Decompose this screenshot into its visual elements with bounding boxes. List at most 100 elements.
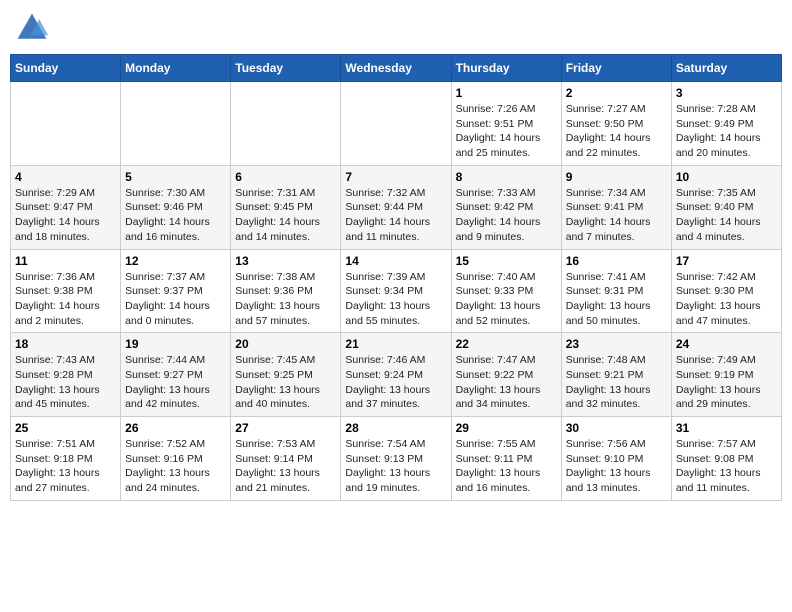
col-monday: Monday <box>121 55 231 82</box>
cell-0-0 <box>11 82 121 166</box>
day-number: 31 <box>676 421 777 435</box>
cell-2-3: 14 Sunrise: 7:39 AM Sunset: 9:34 PM Dayli… <box>341 249 451 333</box>
day-info: Sunrise: 7:56 AM Sunset: 9:10 PM Dayligh… <box>566 437 667 496</box>
cell-2-6: 17 Sunrise: 7:42 AM Sunset: 9:30 PM Dayli… <box>671 249 781 333</box>
day-info: Sunrise: 7:45 AM Sunset: 9:25 PM Dayligh… <box>235 353 336 412</box>
page-container: Sunday Monday Tuesday Wednesday Thursday… <box>10 10 782 501</box>
col-saturday: Saturday <box>671 55 781 82</box>
day-info: Sunrise: 7:49 AM Sunset: 9:19 PM Dayligh… <box>676 353 777 412</box>
day-info: Sunrise: 7:57 AM Sunset: 9:08 PM Dayligh… <box>676 437 777 496</box>
day-info: Sunrise: 7:43 AM Sunset: 9:28 PM Dayligh… <box>15 353 116 412</box>
day-number: 11 <box>15 254 116 268</box>
cell-3-2: 20 Sunrise: 7:45 AM Sunset: 9:25 PM Dayli… <box>231 333 341 417</box>
cell-2-4: 15 Sunrise: 7:40 AM Sunset: 9:33 PM Dayli… <box>451 249 561 333</box>
day-info: Sunrise: 7:34 AM Sunset: 9:41 PM Dayligh… <box>566 186 667 245</box>
day-number: 3 <box>676 86 777 100</box>
cell-0-4: 1 Sunrise: 7:26 AM Sunset: 9:51 PM Daylig… <box>451 82 561 166</box>
day-number: 10 <box>676 170 777 184</box>
cell-4-2: 27 Sunrise: 7:53 AM Sunset: 9:14 PM Dayli… <box>231 417 341 501</box>
col-sunday: Sunday <box>11 55 121 82</box>
day-info: Sunrise: 7:53 AM Sunset: 9:14 PM Dayligh… <box>235 437 336 496</box>
col-thursday: Thursday <box>451 55 561 82</box>
day-number: 20 <box>235 337 336 351</box>
day-number: 26 <box>125 421 226 435</box>
cell-3-5: 23 Sunrise: 7:48 AM Sunset: 9:21 PM Dayli… <box>561 333 671 417</box>
cell-4-0: 25Sunrise: 7:51 AM Sunset: 9:18 PM Dayli… <box>11 417 121 501</box>
day-info: Sunrise: 7:39 AM Sunset: 9:34 PM Dayligh… <box>345 270 446 329</box>
cell-1-6: 10Sunrise: 7:35 AM Sunset: 9:40 PM Dayli… <box>671 165 781 249</box>
day-number: 16 <box>566 254 667 268</box>
day-number: 2 <box>566 86 667 100</box>
day-info: Sunrise: 7:44 AM Sunset: 9:27 PM Dayligh… <box>125 353 226 412</box>
day-info: Sunrise: 7:40 AM Sunset: 9:33 PM Dayligh… <box>456 270 557 329</box>
cell-4-4: 29Sunrise: 7:55 AM Sunset: 9:11 PM Dayli… <box>451 417 561 501</box>
day-number: 28 <box>345 421 446 435</box>
day-info: Sunrise: 7:26 AM Sunset: 9:51 PM Dayligh… <box>456 102 557 161</box>
day-number: 9 <box>566 170 667 184</box>
week-row-1: 1 Sunrise: 7:26 AM Sunset: 9:51 PM Daylig… <box>11 82 782 166</box>
cell-3-6: 24Sunrise: 7:49 AM Sunset: 9:19 PM Dayli… <box>671 333 781 417</box>
day-number: 14 <box>345 254 446 268</box>
cell-3-3: 21Sunrise: 7:46 AM Sunset: 9:24 PM Dayli… <box>341 333 451 417</box>
day-info: Sunrise: 7:38 AM Sunset: 9:36 PM Dayligh… <box>235 270 336 329</box>
day-number: 23 <box>566 337 667 351</box>
col-tuesday: Tuesday <box>231 55 341 82</box>
cell-0-5: 2 Sunrise: 7:27 AM Sunset: 9:50 PM Daylig… <box>561 82 671 166</box>
cell-2-5: 16Sunrise: 7:41 AM Sunset: 9:31 PM Dayli… <box>561 249 671 333</box>
header <box>10 10 782 46</box>
day-info: Sunrise: 7:55 AM Sunset: 9:11 PM Dayligh… <box>456 437 557 496</box>
cell-0-6: 3 Sunrise: 7:28 AM Sunset: 9:49 PM Daylig… <box>671 82 781 166</box>
day-info: Sunrise: 7:29 AM Sunset: 9:47 PM Dayligh… <box>15 186 116 245</box>
day-number: 7 <box>345 170 446 184</box>
day-number: 1 <box>456 86 557 100</box>
cell-2-2: 13Sunrise: 7:38 AM Sunset: 9:36 PM Dayli… <box>231 249 341 333</box>
day-info: Sunrise: 7:37 AM Sunset: 9:37 PM Dayligh… <box>125 270 226 329</box>
cell-4-6: 31 Sunrise: 7:57 AM Sunset: 9:08 PM Dayli… <box>671 417 781 501</box>
day-info: Sunrise: 7:47 AM Sunset: 9:22 PM Dayligh… <box>456 353 557 412</box>
cell-0-3 <box>341 82 451 166</box>
day-info: Sunrise: 7:42 AM Sunset: 9:30 PM Dayligh… <box>676 270 777 329</box>
week-row-4: 18 Sunrise: 7:43 AM Sunset: 9:28 PM Dayli… <box>11 333 782 417</box>
day-info: Sunrise: 7:31 AM Sunset: 9:45 PM Dayligh… <box>235 186 336 245</box>
day-info: Sunrise: 7:52 AM Sunset: 9:16 PM Dayligh… <box>125 437 226 496</box>
day-info: Sunrise: 7:32 AM Sunset: 9:44 PM Dayligh… <box>345 186 446 245</box>
cell-2-1: 12Sunrise: 7:37 AM Sunset: 9:37 PM Dayli… <box>121 249 231 333</box>
week-row-2: 4 Sunrise: 7:29 AM Sunset: 9:47 PM Daylig… <box>11 165 782 249</box>
day-number: 18 <box>15 337 116 351</box>
day-number: 4 <box>15 170 116 184</box>
cell-1-4: 8 Sunrise: 7:33 AM Sunset: 9:42 PM Daylig… <box>451 165 561 249</box>
day-info: Sunrise: 7:30 AM Sunset: 9:46 PM Dayligh… <box>125 186 226 245</box>
day-number: 15 <box>456 254 557 268</box>
cell-4-1: 26 Sunrise: 7:52 AM Sunset: 9:16 PM Dayli… <box>121 417 231 501</box>
day-info: Sunrise: 7:51 AM Sunset: 9:18 PM Dayligh… <box>15 437 116 496</box>
week-row-5: 25Sunrise: 7:51 AM Sunset: 9:18 PM Dayli… <box>11 417 782 501</box>
day-info: Sunrise: 7:36 AM Sunset: 9:38 PM Dayligh… <box>15 270 116 329</box>
cell-0-1 <box>121 82 231 166</box>
cell-4-3: 28 Sunrise: 7:54 AM Sunset: 9:13 PM Dayli… <box>341 417 451 501</box>
col-wednesday: Wednesday <box>341 55 451 82</box>
day-number: 30 <box>566 421 667 435</box>
cell-1-3: 7 Sunrise: 7:32 AM Sunset: 9:44 PM Daylig… <box>341 165 451 249</box>
day-number: 5 <box>125 170 226 184</box>
cell-1-1: 5 Sunrise: 7:30 AM Sunset: 9:46 PM Daylig… <box>121 165 231 249</box>
day-number: 17 <box>676 254 777 268</box>
week-row-3: 11 Sunrise: 7:36 AM Sunset: 9:38 PM Dayli… <box>11 249 782 333</box>
day-info: Sunrise: 7:27 AM Sunset: 9:50 PM Dayligh… <box>566 102 667 161</box>
calendar-table: Sunday Monday Tuesday Wednesday Thursday… <box>10 54 782 501</box>
cell-1-2: 6Sunrise: 7:31 AM Sunset: 9:45 PM Daylig… <box>231 165 341 249</box>
day-info: Sunrise: 7:33 AM Sunset: 9:42 PM Dayligh… <box>456 186 557 245</box>
day-number: 22 <box>456 337 557 351</box>
day-info: Sunrise: 7:48 AM Sunset: 9:21 PM Dayligh… <box>566 353 667 412</box>
day-number: 27 <box>235 421 336 435</box>
column-headers: Sunday Monday Tuesday Wednesday Thursday… <box>11 55 782 82</box>
day-info: Sunrise: 7:54 AM Sunset: 9:13 PM Dayligh… <box>345 437 446 496</box>
col-friday: Friday <box>561 55 671 82</box>
day-number: 8 <box>456 170 557 184</box>
logo <box>14 10 54 46</box>
cell-1-0: 4 Sunrise: 7:29 AM Sunset: 9:47 PM Daylig… <box>11 165 121 249</box>
cell-4-5: 30 Sunrise: 7:56 AM Sunset: 9:10 PM Dayli… <box>561 417 671 501</box>
cell-1-5: 9 Sunrise: 7:34 AM Sunset: 9:41 PM Daylig… <box>561 165 671 249</box>
day-number: 21 <box>345 337 446 351</box>
day-info: Sunrise: 7:28 AM Sunset: 9:49 PM Dayligh… <box>676 102 777 161</box>
logo-icon <box>14 10 50 46</box>
